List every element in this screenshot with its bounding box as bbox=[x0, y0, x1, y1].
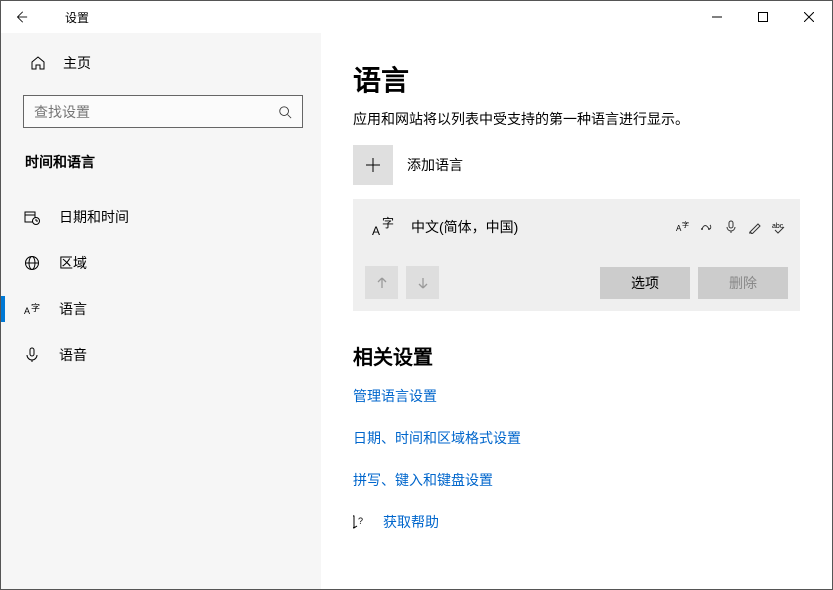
home-button[interactable]: 主页 bbox=[1, 43, 321, 83]
plus-icon bbox=[353, 145, 393, 185]
add-language-button[interactable]: 添加语言 bbox=[353, 145, 800, 185]
link-admin-language[interactable]: 管理语言设置 bbox=[353, 386, 800, 406]
help-icon: ? bbox=[353, 514, 369, 530]
page-title: 语言 bbox=[353, 59, 800, 99]
maximize-button[interactable] bbox=[740, 1, 786, 33]
delete-button: 删除 bbox=[698, 267, 788, 299]
page-description: 应用和网站将以列表中受支持的第一种语言进行显示。 bbox=[353, 109, 800, 129]
sidebar-item-label: 区域 bbox=[59, 253, 87, 273]
svg-text:字: 字 bbox=[31, 302, 40, 313]
main-content: 语言 应用和网站将以列表中受支持的第一种语言进行显示。 添加语言 A字 中文(简… bbox=[321, 33, 832, 589]
move-up-button bbox=[365, 266, 398, 299]
globe-icon bbox=[23, 255, 41, 271]
text-to-speech-icon bbox=[700, 220, 714, 234]
move-down-button bbox=[406, 266, 439, 299]
sidebar-item-language[interactable]: A字 语言 bbox=[1, 286, 321, 332]
get-help-link[interactable]: 获取帮助 bbox=[383, 512, 439, 532]
related-settings-header: 相关设置 bbox=[353, 341, 800, 370]
svg-text:A: A bbox=[24, 306, 30, 316]
sidebar-item-label: 语言 bbox=[59, 299, 87, 319]
home-label: 主页 bbox=[63, 53, 91, 73]
home-icon bbox=[29, 55, 47, 71]
language-name: 中文(简体，中国) bbox=[411, 217, 676, 237]
language-glyph-icon: A字 bbox=[367, 215, 401, 239]
svg-text:字: 字 bbox=[682, 220, 689, 229]
options-label: 选项 bbox=[631, 273, 659, 293]
svg-text:A: A bbox=[372, 224, 380, 238]
svg-text:?: ? bbox=[358, 516, 363, 526]
sidebar-item-label: 日期和时间 bbox=[59, 207, 129, 227]
sidebar-item-label: 语音 bbox=[59, 345, 87, 365]
link-datetime-region-format[interactable]: 日期、时间和区域格式设置 bbox=[353, 428, 800, 448]
handwriting-icon bbox=[748, 220, 762, 234]
speech-recognition-icon bbox=[724, 220, 738, 234]
window-title: 设置 bbox=[65, 9, 89, 26]
delete-label: 删除 bbox=[729, 273, 757, 293]
display-language-icon: A字 bbox=[676, 220, 690, 234]
svg-text:字: 字 bbox=[382, 215, 394, 230]
add-language-label: 添加语言 bbox=[407, 155, 463, 175]
sidebar-group-header: 时间和语言 bbox=[1, 136, 321, 188]
spellcheck-icon: abc bbox=[772, 220, 786, 234]
language-item[interactable]: A字 中文(简体，中国) A字 abc bbox=[353, 199, 800, 254]
language-icon: A字 bbox=[23, 301, 41, 318]
calendar-clock-icon bbox=[23, 209, 41, 225]
options-button[interactable]: 选项 bbox=[600, 267, 690, 299]
back-button[interactable] bbox=[1, 1, 41, 33]
microphone-icon bbox=[23, 347, 41, 363]
sidebar: 主页 时间和语言 日期和时间 bbox=[1, 33, 321, 589]
search-input[interactable] bbox=[24, 96, 302, 127]
sidebar-item-region[interactable]: 区域 bbox=[1, 240, 321, 286]
sidebar-item-datetime[interactable]: 日期和时间 bbox=[1, 194, 321, 240]
close-button[interactable] bbox=[786, 1, 832, 33]
search-icon bbox=[278, 105, 292, 119]
language-card: A字 中文(简体，中国) A字 abc bbox=[353, 199, 800, 311]
minimize-button[interactable] bbox=[694, 1, 740, 33]
sidebar-item-speech[interactable]: 语音 bbox=[1, 332, 321, 378]
link-spelling-typing-keyboard[interactable]: 拼写、键入和键盘设置 bbox=[353, 470, 800, 490]
search-box[interactable] bbox=[23, 95, 303, 128]
